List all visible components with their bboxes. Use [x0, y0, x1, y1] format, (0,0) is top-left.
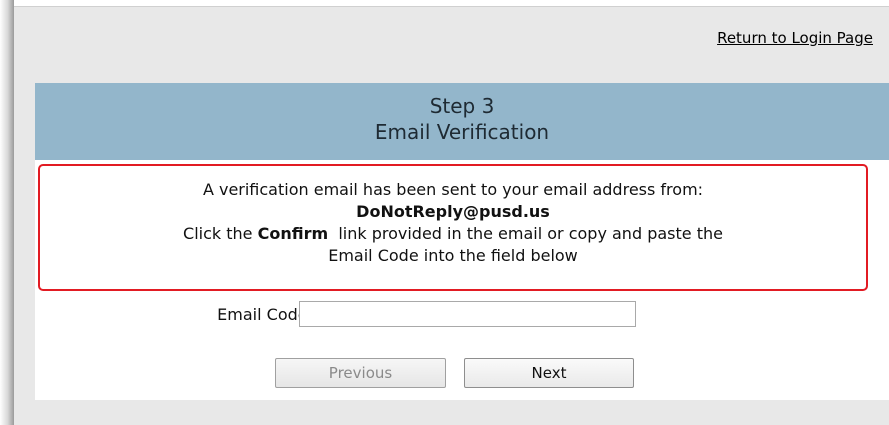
next-button[interactable]: Next	[464, 358, 634, 388]
sender-email-address: DoNotReply@pusd.us	[356, 202, 550, 221]
previous-button[interactable]: Previous	[275, 358, 446, 388]
verification-notice: A verification email has been sent to yo…	[38, 164, 868, 291]
return-to-login-link[interactable]: Return to Login Page	[717, 29, 873, 47]
page-frame: Return to Login Page Step 3 Email Verifi…	[14, 6, 889, 425]
verification-panel: Step 3 Email Verification A verification…	[35, 83, 889, 400]
left-edge-shadow	[0, 0, 14, 425]
notice-line-paste: Email Code into the field below	[328, 246, 578, 265]
notice-line-sent: A verification email has been sent to yo…	[202, 180, 704, 199]
notice-line-instructions: Click the Confirm link provided in the e…	[40, 223, 866, 245]
email-code-row: Email Code:	[35, 299, 889, 329]
email-code-input[interactable]	[299, 301, 636, 327]
step-number: Step 3	[429, 94, 495, 118]
confirm-keyword: Confirm	[257, 224, 329, 243]
instructions-suffix: link provided in the email or copy and p…	[328, 224, 723, 243]
instructions-prefix: Click the	[183, 224, 258, 243]
step-title: Email Verification	[374, 120, 550, 144]
step-header: Step 3 Email Verification	[35, 83, 889, 160]
